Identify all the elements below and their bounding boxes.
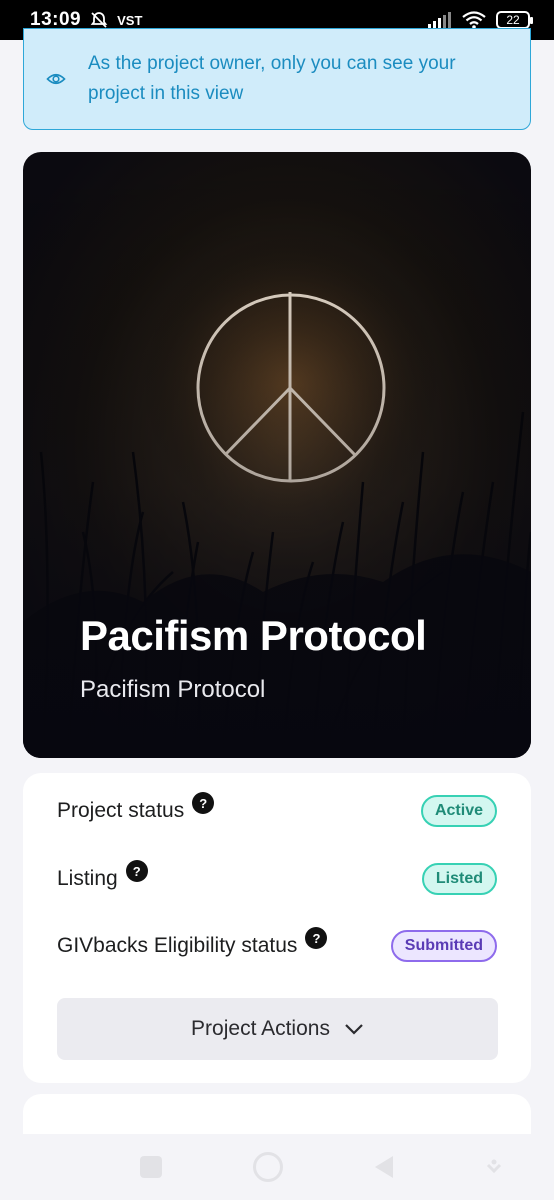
listing-row: Listing ? Listed: [57, 860, 497, 895]
chevron-down-icon: [345, 1024, 363, 1035]
project-subtitle: Pacifism Protocol: [80, 676, 266, 703]
signal-icon: [428, 12, 451, 28]
notice-text: As the project owner, only you can see y…: [88, 53, 456, 104]
system-nav-bar: [0, 1134, 554, 1200]
status-carrier: VST: [117, 12, 143, 28]
project-hero-card[interactable]: Pacifism Protocol Pacifism Protocol: [23, 152, 531, 758]
help-icon[interactable]: ?: [192, 792, 215, 814]
project-status-card: Project status ? Active Listing ? Listed…: [23, 773, 531, 1083]
wifi-icon: [462, 11, 486, 29]
eye-icon: [46, 73, 66, 85]
givbacks-badge: Submitted: [390, 930, 497, 962]
status-right: 22: [428, 11, 533, 29]
status-badge: Active: [420, 795, 497, 827]
row-label: Project status ?: [57, 792, 215, 823]
listing-label: Listing: [57, 867, 118, 890]
owner-visibility-notice: As the project owner, only you can see y…: [23, 28, 531, 130]
listing-badge: Listed: [421, 863, 497, 895]
home-button[interactable]: [253, 1152, 284, 1182]
project-actions-button[interactable]: Project Actions: [57, 998, 498, 1060]
mute-icon: [90, 12, 108, 28]
project-cover-image: [23, 152, 531, 758]
project-actions-label: Project Actions: [191, 1017, 330, 1040]
project-status-label: Project status: [57, 799, 185, 822]
help-icon[interactable]: ?: [125, 860, 148, 882]
back-button[interactable]: [374, 1156, 393, 1178]
givbacks-label: GIVbacks Eligibility status: [57, 934, 298, 957]
givbacks-row: GIVbacks Eligibility status ? Submitted: [57, 927, 497, 962]
project-title: Pacifism Protocol: [80, 612, 427, 659]
keyboard-hide-icon[interactable]: [484, 1157, 504, 1177]
battery-indicator: 22: [496, 11, 533, 29]
recents-button[interactable]: [140, 1156, 162, 1178]
project-status-row: Project status ? Active: [57, 792, 497, 827]
help-icon[interactable]: ?: [305, 927, 328, 949]
row-label: Listing ?: [57, 860, 148, 891]
row-label: GIVbacks Eligibility status ?: [57, 927, 328, 958]
